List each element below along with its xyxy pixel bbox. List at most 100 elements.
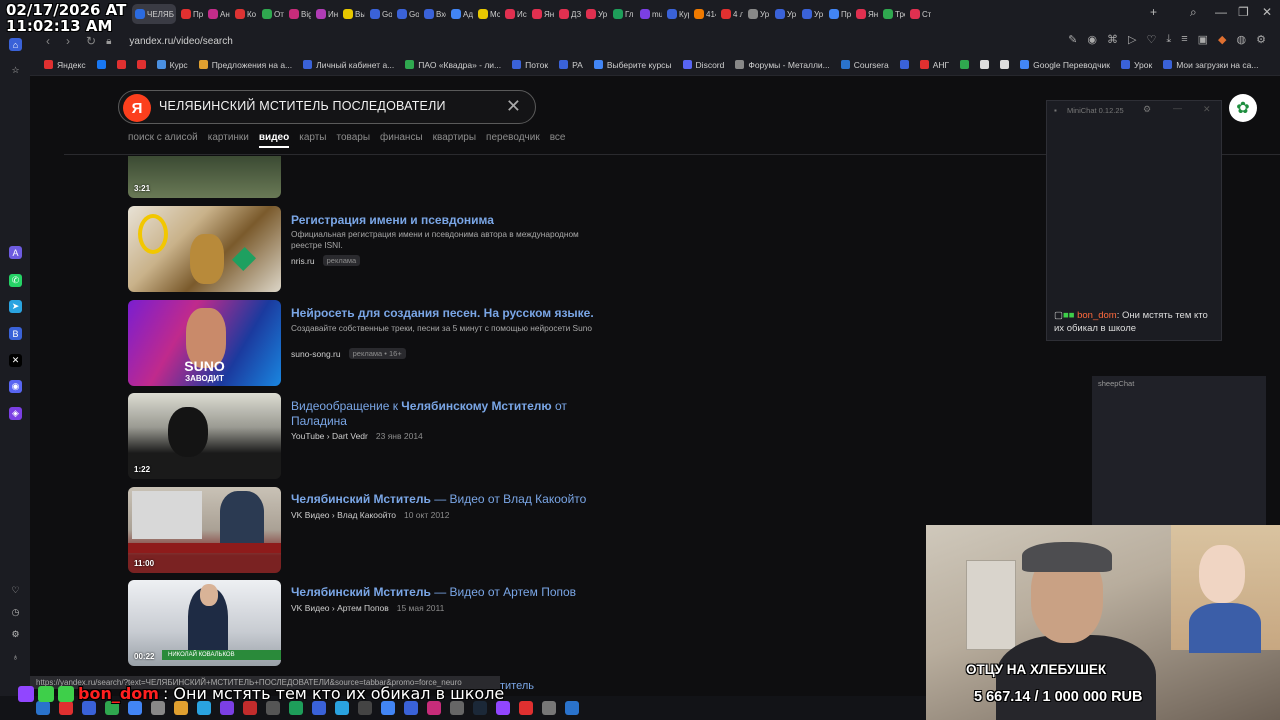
tab-apartments[interactable]: квартиры <box>433 132 476 148</box>
result-title[interactable]: Челябинский Мститель — Видео от Влад Как… <box>291 492 586 506</box>
browser-tab[interactable]: Вы <box>340 4 365 24</box>
tab-alice-search[interactable]: поиск с алисой <box>128 132 198 148</box>
edit-icon[interactable]: ✎ <box>1068 33 1077 46</box>
bookmark-item[interactable] <box>1000 60 1010 69</box>
result-title[interactable]: Регистрация имени и псевдонима <box>291 213 494 227</box>
settings-icon[interactable]: ⚙ <box>9 628 22 641</box>
settings-icon[interactable]: ⚙ <box>1256 33 1266 46</box>
bookmark-item[interactable] <box>980 60 990 69</box>
search-box[interactable]: Я ЧЕЛЯБИНСКИЙ МСТИТЕЛЬ ПОСЛЕДОВАТЕЛИ ✕ <box>118 90 536 124</box>
bookmark-item[interactable]: Google Переводчик <box>1020 60 1110 70</box>
taskbar-app-icon[interactable] <box>243 701 257 715</box>
taskbar-app-icon[interactable] <box>381 701 395 715</box>
taskbar-app-icon[interactable] <box>450 701 464 715</box>
search-input[interactable]: ЧЕЛЯБИНСКИЙ МСТИТЕЛЬ ПОСЛЕДОВАТЕЛИ <box>159 99 446 113</box>
minichat-settings-icon[interactable]: ⚙ <box>1143 104 1151 115</box>
tab-images[interactable]: картинки <box>208 132 249 148</box>
extension-icon[interactable]: ◆ <box>1218 33 1226 46</box>
home-icon[interactable]: ⌂ <box>9 38 22 51</box>
browser-tab[interactable]: Big <box>286 4 311 24</box>
browser-tab[interactable]: Пр <box>178 4 203 24</box>
steam-icon[interactable] <box>473 701 487 715</box>
taskbar-app-icon[interactable] <box>565 701 579 715</box>
video-thumbnail[interactable]: SUNO ЗАВОДИТ <box>128 300 281 386</box>
browser-tab[interactable]: Ур <box>772 4 797 24</box>
browser-tab[interactable]: Go <box>367 4 392 24</box>
search-tabs-icon[interactable]: ⌕ <box>1190 5 1197 20</box>
minichat-close-icon[interactable]: ✕ <box>1203 104 1211 115</box>
vk-icon[interactable]: В <box>9 327 22 340</box>
bookmark-item[interactable]: Урок <box>1121 60 1152 70</box>
bookmark-item[interactable]: Предложения на а... <box>198 60 292 70</box>
taskbar-app-icon[interactable] <box>266 701 280 715</box>
bookmark-item[interactable]: Discord <box>682 60 724 70</box>
browser-tab[interactable]: 414 <box>691 4 716 24</box>
browser-tab[interactable]: Кур <box>664 4 689 24</box>
browser-tab[interactable]: Вхо <box>421 4 446 24</box>
camera-icon[interactable]: ◉ <box>1087 33 1097 46</box>
source-channel[interactable]: YouTube › Dart Vedr <box>291 431 368 441</box>
browser-tab[interactable]: ДЗ <box>556 4 581 24</box>
browser-tab[interactable]: Ст <box>907 4 932 24</box>
x-icon[interactable]: ✕ <box>9 354 22 367</box>
browser-tab[interactable]: Гл <box>610 4 635 24</box>
result-title[interactable]: Видеообращение к Челябинскому Мстителю о… <box>291 399 591 429</box>
source-channel[interactable]: VK Видео › Влад Какоойто <box>291 510 396 520</box>
taskbar-app-icon[interactable] <box>358 701 372 715</box>
heart-icon[interactable]: ♡ <box>9 584 22 597</box>
tab-video[interactable]: видео <box>258 132 290 148</box>
taskbar-app-icon[interactable] <box>82 701 96 715</box>
clear-search-icon[interactable]: ✕ <box>506 96 521 117</box>
bookmark-item[interactable]: Мои загрузки на са... <box>1163 60 1258 70</box>
browser-tab[interactable]: Ко <box>232 4 257 24</box>
taskbar-app-icon[interactable] <box>128 701 142 715</box>
bookmark-item[interactable] <box>960 60 970 69</box>
taskbar-app-icon[interactable] <box>335 701 349 715</box>
bookmark-item[interactable] <box>116 60 126 69</box>
bookmark-item[interactable]: АНГ <box>919 60 949 70</box>
bookmark-item[interactable] <box>96 60 106 69</box>
bookmark-item[interactable]: Выберите курсы <box>593 60 672 70</box>
browser-tab[interactable]: Ян <box>853 4 878 24</box>
minimize-icon[interactable]: — <box>1215 5 1227 19</box>
download-icon[interactable]: ⤓ <box>1166 33 1171 46</box>
bulb-icon[interactable]: ♁ <box>9 650 22 663</box>
reload-icon[interactable]: ↻ <box>86 34 96 48</box>
taskbar-app-icon[interactable] <box>36 701 50 715</box>
browser-tab[interactable]: Тре <box>880 4 905 24</box>
restore-icon[interactable]: ❐ <box>1238 5 1249 19</box>
taskbar-app-icon[interactable] <box>220 701 234 715</box>
taskbar-app-icon[interactable] <box>519 701 533 715</box>
taskbar-app-icon[interactable] <box>289 701 303 715</box>
twitch-icon[interactable] <box>496 701 510 715</box>
ai-icon[interactable]: A <box>9 246 22 259</box>
bookmark-item[interactable]: Курс <box>156 60 188 70</box>
browser-tab[interactable]: mu <box>637 4 662 24</box>
taskbar-app-icon[interactable] <box>542 701 556 715</box>
taskbar-app-icon[interactable] <box>312 701 326 715</box>
result-title[interactable]: Челябинский Мститель — Видео от Артем По… <box>291 585 576 599</box>
taskbar-app-icon[interactable] <box>404 701 418 715</box>
play-icon[interactable]: ▷ <box>1128 33 1136 46</box>
yandex-logo[interactable]: Я <box>123 94 151 122</box>
browser-tab[interactable]: От <box>259 4 284 24</box>
bookmark-item[interactable] <box>136 60 146 69</box>
browser-tab[interactable]: Go <box>394 4 419 24</box>
source-channel[interactable]: VK Видео › Артем Попов <box>291 603 389 613</box>
result-title-partial[interactable]: титель <box>500 680 534 692</box>
close-window-icon[interactable]: ✕ <box>1262 5 1272 19</box>
browser-tab[interactable]: Ис <box>502 4 527 24</box>
bookmark-item[interactable]: РА <box>559 60 583 70</box>
tab-products[interactable]: товары <box>336 132 370 148</box>
translate-icon[interactable]: ⌘ <box>1107 33 1118 46</box>
messenger-icon[interactable]: ◈ <box>9 407 22 420</box>
telegram-icon[interactable]: ➤ <box>9 300 22 313</box>
minichat-minimize-icon[interactable]: — <box>1173 103 1182 113</box>
back-icon[interactable]: ‹ <box>46 34 50 48</box>
tab-maps[interactable]: карты <box>299 132 326 148</box>
tab-active[interactable]: ЧЕЛЯБ <box>132 4 176 24</box>
bookmark-item[interactable]: ПАО «Квадра» - ли... <box>405 60 501 70</box>
history-icon[interactable]: ◷ <box>9 606 22 619</box>
video-thumbnail[interactable]: 11:00 <box>128 487 281 573</box>
video-thumbnail[interactable]: 1:22 <box>128 393 281 479</box>
